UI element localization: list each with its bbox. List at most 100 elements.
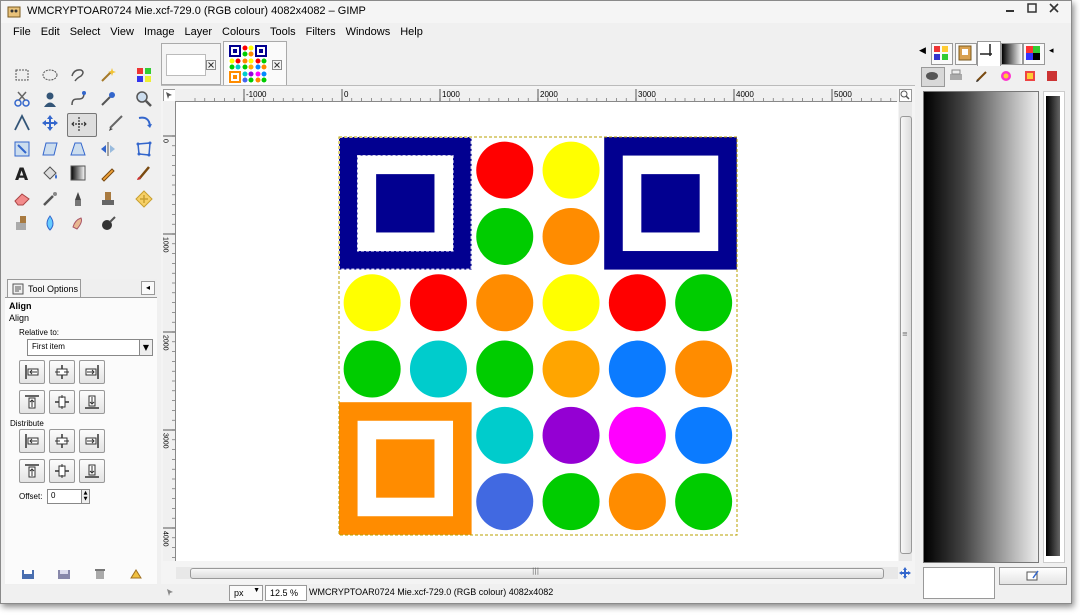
heal-tool[interactable] bbox=[133, 189, 155, 209]
circle-cyan[interactable] bbox=[409, 340, 467, 398]
circle-orange[interactable] bbox=[675, 340, 733, 398]
color-wheel-icon[interactable] bbox=[999, 69, 1013, 83]
circle-green[interactable] bbox=[476, 207, 534, 265]
foreground-select-tool[interactable] bbox=[39, 89, 61, 109]
zoom-select[interactable]: 12.5 % bbox=[265, 585, 307, 601]
brushes-tab[interactable] bbox=[921, 67, 945, 87]
canvas-artwork[interactable] bbox=[176, 102, 898, 561]
menu-file[interactable]: File bbox=[1, 24, 37, 42]
brush-preview-box[interactable] bbox=[923, 567, 995, 599]
image-tab-active[interactable] bbox=[223, 41, 287, 87]
menu-edit[interactable]: Edit bbox=[37, 24, 66, 42]
offset-input[interactable]: 0 bbox=[47, 489, 83, 504]
circle-green[interactable] bbox=[476, 340, 534, 398]
circle-yellow[interactable] bbox=[542, 274, 600, 332]
color-picker-tool[interactable] bbox=[97, 89, 119, 109]
tab-tool-options[interactable]: Tool Options bbox=[7, 279, 81, 298]
maximize-button[interactable] bbox=[1021, 3, 1043, 19]
circle-red[interactable] bbox=[608, 274, 666, 332]
circle-orange[interactable] bbox=[476, 274, 534, 332]
offset-spinner-icon[interactable]: ▲ ▼ bbox=[81, 489, 90, 504]
circle-green[interactable] bbox=[343, 340, 401, 398]
align-top-edge-button[interactable] bbox=[19, 390, 45, 414]
paintbrush-tool[interactable] bbox=[133, 163, 155, 183]
menu-select[interactable]: Select bbox=[66, 24, 107, 42]
circle-cyan[interactable] bbox=[476, 406, 534, 464]
circle-green[interactable] bbox=[675, 274, 733, 332]
distribute-right-edges-button[interactable] bbox=[79, 429, 105, 453]
close-tab-icon[interactable] bbox=[272, 60, 282, 70]
scissors-tool[interactable] bbox=[11, 89, 33, 109]
shear-tool[interactable] bbox=[39, 139, 61, 159]
distribute-centers-button[interactable] bbox=[49, 429, 75, 453]
align-middle-button[interactable] bbox=[49, 390, 75, 414]
align-right-edge-button[interactable] bbox=[79, 360, 105, 384]
tab-scroll-left-icon[interactable]: ◀ bbox=[919, 46, 926, 56]
circle-green[interactable] bbox=[675, 473, 733, 531]
vertical-scrollbar[interactable]: ≡ bbox=[899, 102, 912, 561]
blend-tool[interactable] bbox=[67, 163, 89, 183]
corner-square-inner[interactable] bbox=[641, 174, 700, 233]
text-tool[interactable]: A bbox=[11, 163, 33, 185]
distribute-middles-button[interactable] bbox=[49, 459, 75, 483]
zoom-fit-button[interactable] bbox=[899, 89, 912, 102]
tab-align-guides[interactable] bbox=[977, 41, 1001, 66]
brush-icon[interactable] bbox=[975, 69, 989, 83]
tab-fonts[interactable] bbox=[1023, 43, 1045, 65]
flip-tool[interactable] bbox=[97, 139, 119, 159]
circle-azure[interactable] bbox=[608, 340, 666, 398]
perspective-tool[interactable] bbox=[67, 139, 89, 159]
corner-square-inner[interactable] bbox=[376, 439, 435, 498]
menu-windows[interactable]: Windows bbox=[342, 24, 397, 42]
circle-orange[interactable] bbox=[542, 207, 600, 265]
rotate-tool[interactable] bbox=[133, 113, 155, 133]
minimize-button[interactable] bbox=[999, 3, 1021, 19]
gradient-icon[interactable] bbox=[1045, 69, 1059, 83]
bucket-fill-tool[interactable] bbox=[39, 163, 61, 183]
align-bottom-edge-button[interactable] bbox=[79, 390, 105, 414]
save-options-icon[interactable] bbox=[21, 569, 35, 579]
circle-yellow[interactable] bbox=[542, 141, 600, 199]
circle-purple[interactable] bbox=[542, 406, 600, 464]
menu-help[interactable]: Help bbox=[396, 24, 429, 42]
align-tool[interactable] bbox=[67, 113, 97, 137]
ink-tool[interactable] bbox=[67, 189, 89, 209]
relative-to-select[interactable]: First item ▼ bbox=[27, 339, 153, 356]
tab-patterns[interactable] bbox=[931, 43, 953, 65]
align-center-button[interactable] bbox=[49, 360, 75, 384]
delete-options-icon[interactable] bbox=[93, 569, 107, 579]
tab-palettes[interactable] bbox=[955, 43, 977, 65]
distribute-bottom-edges-button[interactable] bbox=[79, 459, 105, 483]
select-by-color-tool[interactable] bbox=[133, 65, 155, 85]
pencil-tool[interactable] bbox=[97, 163, 119, 183]
circle-azure[interactable] bbox=[675, 406, 733, 464]
dock-menu-icon[interactable]: ◂ bbox=[1049, 46, 1054, 56]
image-tab-blank[interactable] bbox=[161, 43, 221, 85]
circle-amber[interactable] bbox=[542, 340, 600, 398]
menu-colours[interactable]: Colours bbox=[218, 24, 266, 42]
close-button[interactable] bbox=[1043, 3, 1065, 19]
menu-layer[interactable]: Layer bbox=[181, 24, 219, 42]
scale-tool[interactable] bbox=[11, 139, 33, 159]
crop-tool[interactable] bbox=[105, 113, 127, 133]
eraser-tool[interactable] bbox=[11, 189, 33, 209]
distribute-top-edges-button[interactable] bbox=[19, 459, 45, 483]
circle-orange[interactable] bbox=[608, 473, 666, 531]
reset-options-icon[interactable] bbox=[129, 569, 143, 579]
vertical-ruler[interactable]: 0 1000 2000 3000 4000 bbox=[162, 101, 176, 561]
dock-scroll-thumb[interactable] bbox=[1046, 96, 1060, 556]
distribute-left-edges-button[interactable] bbox=[19, 429, 45, 453]
move-tool[interactable] bbox=[39, 113, 61, 133]
circle-green[interactable] bbox=[542, 473, 600, 531]
measure-tool[interactable] bbox=[11, 113, 33, 133]
align-left-edge-button[interactable] bbox=[19, 360, 45, 384]
menu-image[interactable]: Image bbox=[140, 24, 181, 42]
canvas-viewport[interactable] bbox=[176, 102, 898, 561]
circle-red[interactable] bbox=[476, 141, 534, 199]
circle-royal[interactable] bbox=[476, 473, 534, 531]
zoom-tool[interactable] bbox=[133, 89, 155, 109]
lasso-tool[interactable] bbox=[67, 65, 89, 85]
dock-scrollbar[interactable] bbox=[1043, 91, 1065, 563]
printer-icon[interactable] bbox=[949, 69, 963, 83]
menu-tools[interactable]: Tools bbox=[266, 24, 302, 42]
